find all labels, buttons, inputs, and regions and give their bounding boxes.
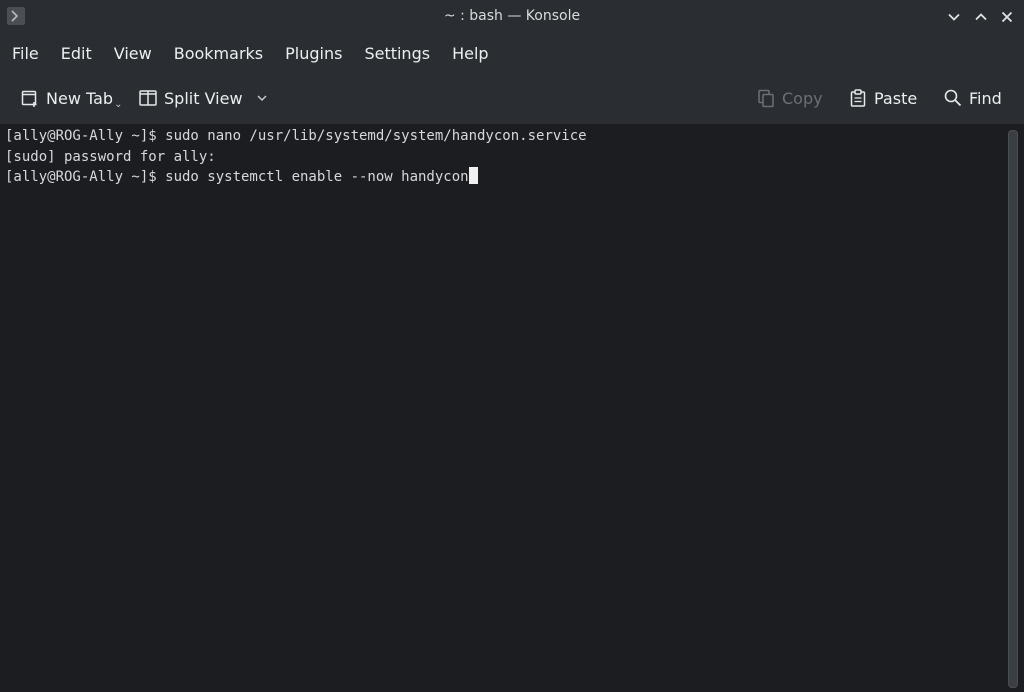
split-view-button[interactable]: Split View — [138, 84, 269, 112]
scrollbar-thumb[interactable] — [1008, 130, 1018, 688]
paste-button[interactable]: Paste — [848, 84, 917, 112]
terminal-line: [sudo] password for ally: — [5, 148, 216, 165]
terminal-command-text: [ally@ROG-Ally ~]$ sudo systemctl enable… — [5, 169, 469, 185]
copy-icon — [758, 89, 774, 108]
text-cursor — [468, 167, 478, 184]
menu-file[interactable]: File — [6, 40, 45, 67]
split-view-icon — [139, 90, 157, 106]
menu-help[interactable]: Help — [446, 40, 494, 67]
new-tab-icon — [21, 90, 37, 107]
menu-bar: File Edit View Bookmarks Plugins Setting… — [0, 34, 1024, 72]
terminal-line: [ally@ROG-Ally ~]$ sudo nano /usr/lib/sy… — [5, 128, 587, 144]
paste-icon — [850, 89, 866, 107]
terminal-line-active: [ally@ROG-Ally ~]$ sudo systemctl enable… — [5, 167, 1002, 188]
konsole-window: ~ : bash — Konsole File Edit View Bookma… — [0, 0, 1024, 692]
vertical-scrollbar[interactable] — [1002, 124, 1024, 692]
new-tab-dropdown-indicator[interactable]: ⌄ — [114, 99, 122, 110]
new-tab-button[interactable]: New Tab ⌄ — [20, 84, 122, 112]
close-button[interactable] — [998, 8, 1016, 26]
window-title: ~ : bash — Konsole — [443, 8, 581, 24]
maximize-button[interactable] — [972, 8, 990, 26]
toolbar: New Tab ⌄ Split View Copy Paste Find — [0, 72, 1024, 124]
copy-label: Copy — [782, 88, 823, 108]
menu-plugins[interactable]: Plugins — [279, 40, 348, 67]
menu-bookmarks[interactable]: Bookmarks — [168, 40, 269, 67]
close-icon — [1001, 11, 1013, 23]
menu-settings[interactable]: Settings — [358, 40, 436, 67]
find-label: Find — [969, 88, 1002, 108]
new-tab-label: New Tab — [46, 88, 114, 108]
chevron-down-icon — [948, 13, 960, 21]
menu-edit[interactable]: Edit — [55, 40, 98, 67]
menu-view[interactable]: View — [108, 40, 158, 67]
minimize-button[interactable] — [945, 8, 963, 26]
terminal-output[interactable]: [ally@ROG-Ally ~]$ sudo nano /usr/lib/sy… — [0, 124, 1002, 692]
paste-label: Paste — [874, 88, 918, 108]
find-button[interactable]: Find — [943, 84, 1002, 112]
copy-button[interactable]: Copy — [756, 84, 823, 112]
split-view-label: Split View — [164, 88, 243, 108]
chevron-up-icon — [975, 13, 987, 21]
title-bar[interactable]: ~ : bash — Konsole — [0, 0, 1024, 34]
search-icon — [944, 89, 962, 107]
chevron-down-icon[interactable] — [255, 91, 269, 105]
